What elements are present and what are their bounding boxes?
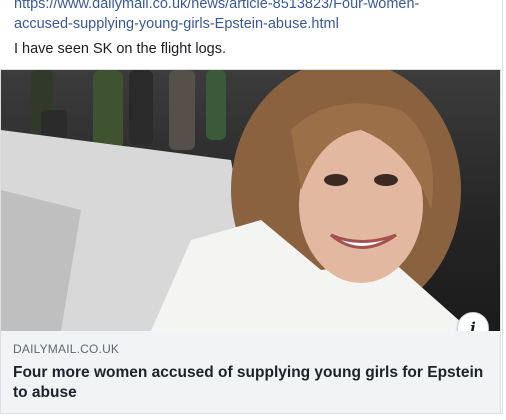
bottle-shape [129, 70, 153, 145]
post-caption: I have seen SK on the flight logs. [14, 41, 226, 57]
preview-headline[interactable]: Four more women accused of supplying you… [13, 363, 488, 403]
eye-shape [374, 174, 398, 186]
eye-shape [324, 174, 348, 186]
preview-photo [1, 70, 471, 331]
article-link-line-1[interactable]: https://www.dailymail.co.uk/news/article… [14, 0, 488, 14]
bottle-shape [169, 70, 195, 150]
preview-domain: DAILYMAIL.CO.UK [13, 342, 120, 356]
bottle-shape [206, 70, 226, 140]
post-body: https://www.dailymail.co.uk/news/article… [0, 0, 502, 59]
preview-image[interactable]: i [1, 70, 500, 331]
article-link-line-2[interactable]: accused-supplying-young-girls-Epstein-ab… [14, 14, 488, 34]
bottle-shape [93, 70, 123, 150]
post-card: https://www.dailymail.co.uk/news/article… [0, 0, 503, 414]
link-preview-card[interactable]: i DAILYMAIL.CO.UK Four more women accuse… [0, 69, 501, 414]
preview-meta[interactable]: DAILYMAIL.CO.UK Four more women accused … [1, 331, 500, 403]
